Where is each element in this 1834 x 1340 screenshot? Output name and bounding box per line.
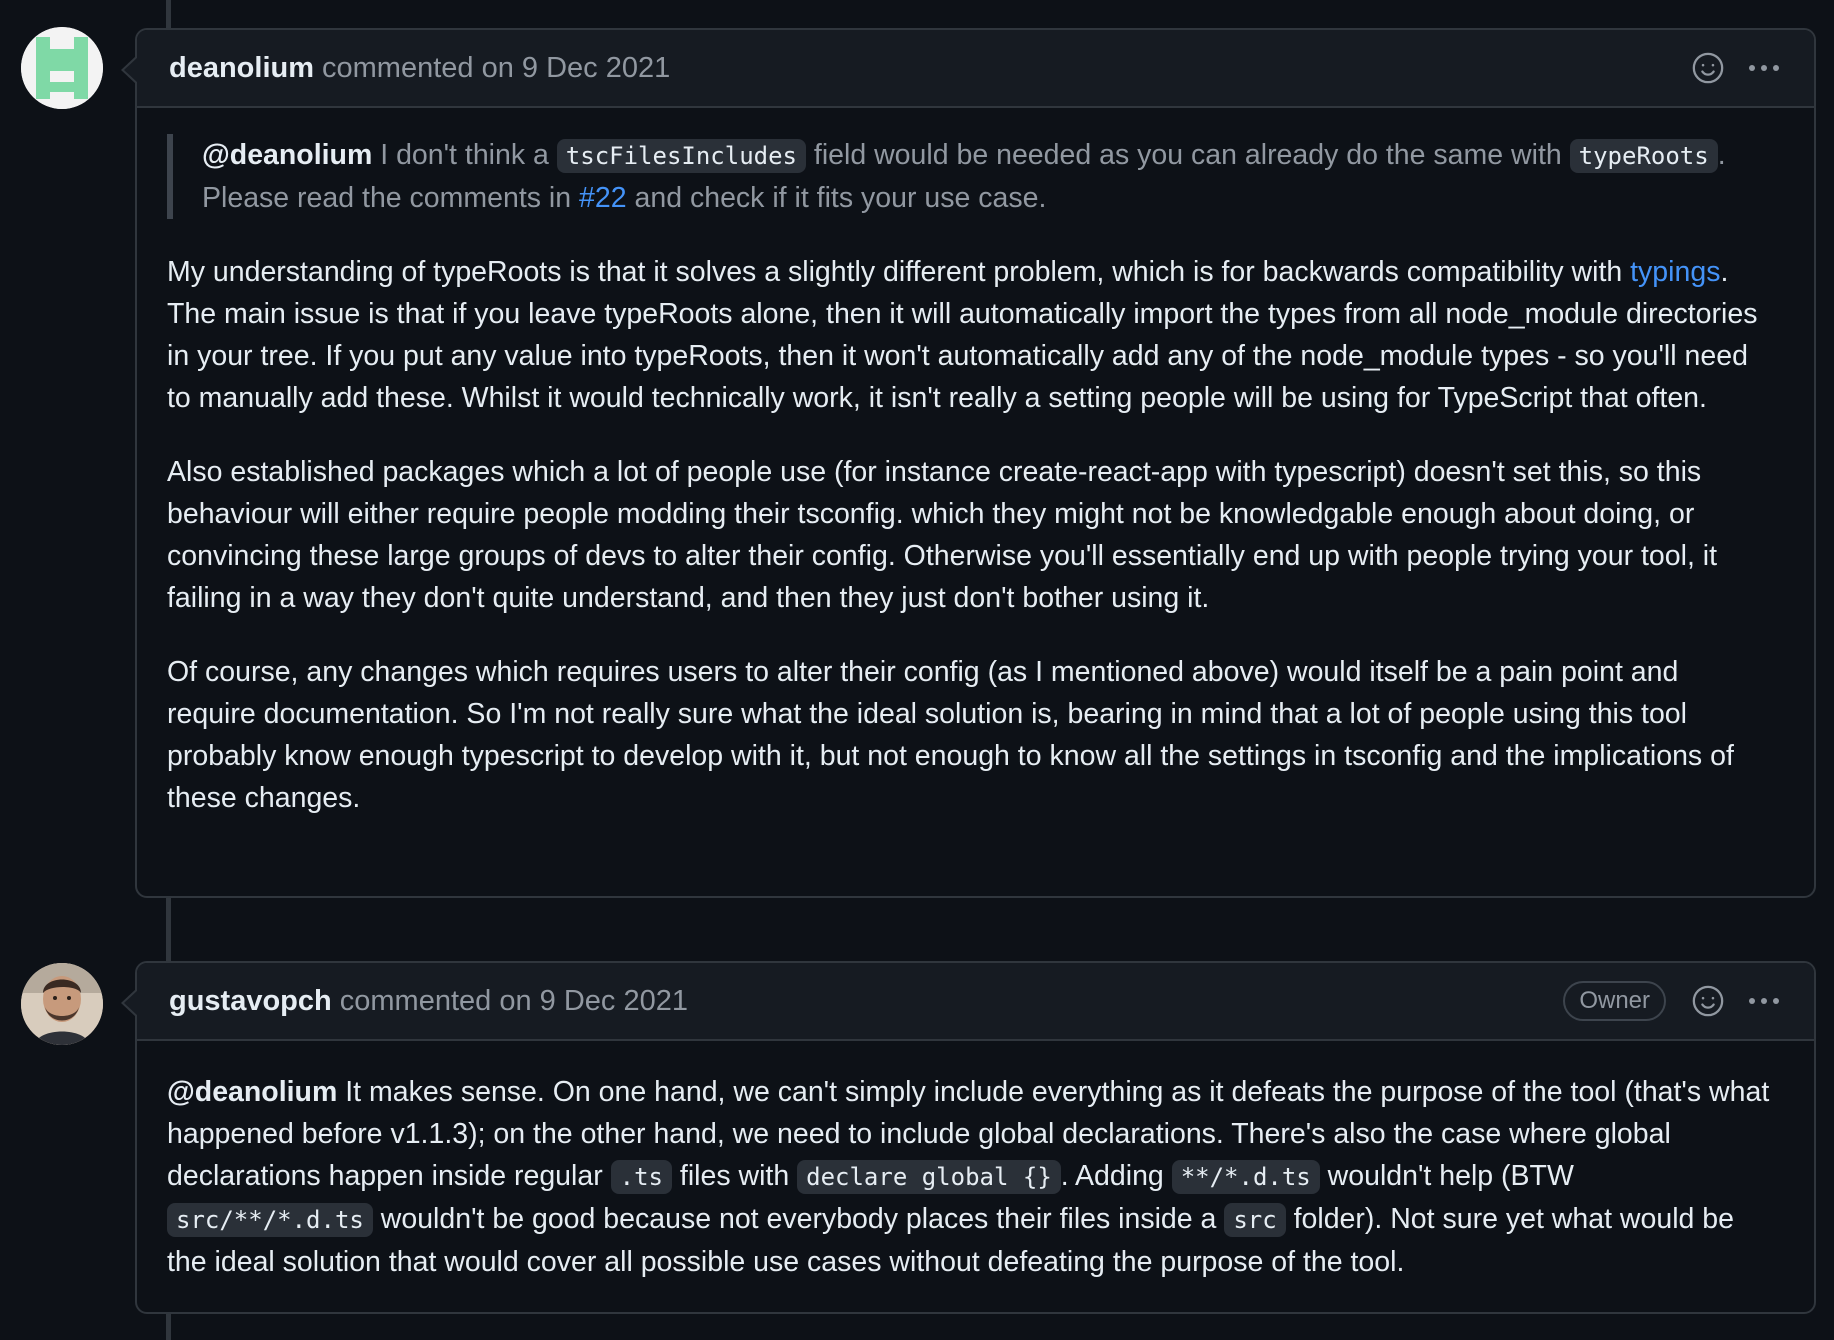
comment-paragraph: @deanolium It makes sense. On one hand, … bbox=[167, 1071, 1774, 1283]
user-mention[interactable]: @deanolium bbox=[202, 139, 372, 171]
avatar-deanolium[interactable] bbox=[21, 27, 103, 109]
paragraph-text: My understanding of typeRoots is that it… bbox=[167, 256, 1631, 288]
timeline-line-bottom bbox=[166, 1312, 171, 1340]
quote-reply: @deanolium I don't think a tscFilesInclu… bbox=[167, 134, 1774, 219]
avatar-gustavopch[interactable] bbox=[21, 963, 103, 1045]
quote-text: and check if it fits your use case. bbox=[626, 182, 1047, 214]
kebab-horizontal-icon[interactable] bbox=[1744, 48, 1784, 88]
comment-card-gustavopch: gustavopch commented on 9 Dec 2021 Owner… bbox=[121, 961, 1816, 1314]
comment-paragraph: Of course, any changes which requires us… bbox=[167, 656, 1734, 814]
comment-timestamp[interactable]: commented on 9 Dec 2021 bbox=[322, 52, 670, 85]
inline-code: **/*.d.ts bbox=[1171, 1160, 1320, 1194]
inline-code: src bbox=[1224, 1203, 1286, 1237]
paragraph-text: . Adding bbox=[1060, 1160, 1172, 1192]
inline-code: typeRoots bbox=[1569, 139, 1718, 173]
timeline-line-middle bbox=[166, 895, 171, 961]
comment-author[interactable]: gustavopch bbox=[169, 985, 332, 1018]
timeline-line-top bbox=[166, 0, 171, 28]
kebab-horizontal-icon[interactable] bbox=[1744, 981, 1784, 1021]
paragraph-text: wouldn't be good because not everybody p… bbox=[372, 1203, 1225, 1235]
quote-text: field would be needed as you can already… bbox=[805, 139, 1570, 171]
comment-author[interactable]: deanolium bbox=[169, 52, 314, 85]
owner-badge: Owner bbox=[1563, 981, 1666, 1021]
inline-code: tscFilesIncludes bbox=[556, 139, 806, 173]
comment-body: @deanolium It makes sense. On one hand, … bbox=[137, 1041, 1814, 1309]
comment-body: @deanolium I don't think a tscFilesInclu… bbox=[137, 108, 1814, 845]
comment-paragraph: Also established packages which a lot of… bbox=[167, 456, 1718, 614]
comment-timestamp[interactable]: commented on 9 Dec 2021 bbox=[340, 985, 688, 1018]
smiley-icon[interactable] bbox=[1688, 48, 1728, 88]
comment-header: deanolium commented on 9 Dec 2021 bbox=[121, 30, 1814, 108]
inline-code: declare global {} bbox=[797, 1160, 1061, 1194]
paragraph-text: files with bbox=[672, 1160, 798, 1192]
issue-link[interactable]: #22 bbox=[579, 182, 627, 214]
inline-code: .ts bbox=[610, 1160, 672, 1194]
quote-text: I don't think a bbox=[372, 139, 557, 171]
comment-card-deanolium: deanolium commented on 9 Dec 2021 @deano… bbox=[121, 28, 1816, 898]
inline-code: src/**/*.d.ts bbox=[167, 1203, 373, 1237]
paragraph-text: wouldn't help (BTW bbox=[1319, 1160, 1574, 1192]
smiley-icon[interactable] bbox=[1688, 981, 1728, 1021]
typings-link[interactable]: typings bbox=[1630, 256, 1720, 288]
user-mention[interactable]: @deanolium bbox=[167, 1076, 337, 1108]
comment-header: gustavopch commented on 9 Dec 2021 Owner bbox=[121, 963, 1814, 1041]
comment-paragraph: My understanding of typeRoots is that it… bbox=[167, 251, 1774, 419]
